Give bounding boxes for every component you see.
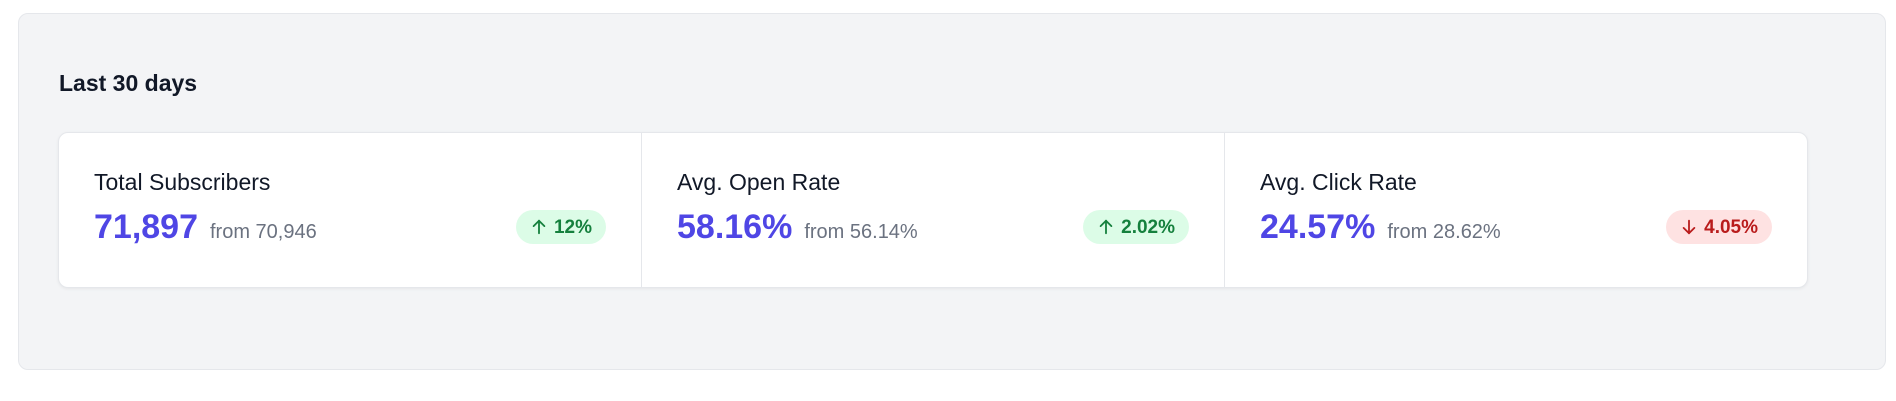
stat-value: 71,897 (94, 208, 198, 246)
stat-label: Avg. Open Rate (677, 169, 841, 195)
stat-previous-value: from 28.62% (1387, 221, 1501, 243)
stat-previous-value: from 56.14% (804, 221, 918, 243)
stats-card-group: Total Subscribers 71,897 from 70,946 12%… (58, 132, 1808, 288)
arrow-up-icon (532, 219, 546, 235)
change-value: 12% (553, 216, 592, 238)
change-badge: 12% (515, 210, 606, 244)
section-title: Last 30 days (59, 70, 198, 96)
stat-label: Total Subscribers (94, 169, 271, 195)
change-value: 4.05% (1704, 216, 1758, 238)
stat-value: 58.16% (677, 208, 793, 246)
stat-previous-value: from 70,946 (210, 221, 317, 243)
stat-total-subscribers: Total Subscribers 71,897 from 70,946 12% (59, 133, 641, 287)
stat-avg-open-rate: Avg. Open Rate 58.16% from 56.14% 2.02% (641, 133, 1224, 287)
stat-row: 24.57% from 28.62% 4.05% (1260, 210, 1772, 244)
stat-row: 71,897 from 70,946 12% (94, 210, 606, 244)
stat-label: Avg. Click Rate (1260, 169, 1417, 195)
value-group: 71,897 from 70,946 (94, 210, 317, 244)
stat-avg-click-rate: Avg. Click Rate 24.57% from 28.62% 4.05% (1224, 133, 1807, 287)
change-badge: 4.05% (1666, 210, 1772, 244)
change-value: 2.02% (1121, 216, 1175, 238)
arrow-up-icon (1099, 219, 1113, 235)
stat-row: 58.16% from 56.14% 2.02% (677, 210, 1189, 244)
arrow-down-icon (1682, 219, 1696, 235)
stat-value: 24.57% (1260, 208, 1376, 246)
change-badge: 2.02% (1083, 210, 1189, 244)
value-group: 58.16% from 56.14% (677, 210, 918, 244)
value-group: 24.57% from 28.62% (1260, 210, 1501, 244)
